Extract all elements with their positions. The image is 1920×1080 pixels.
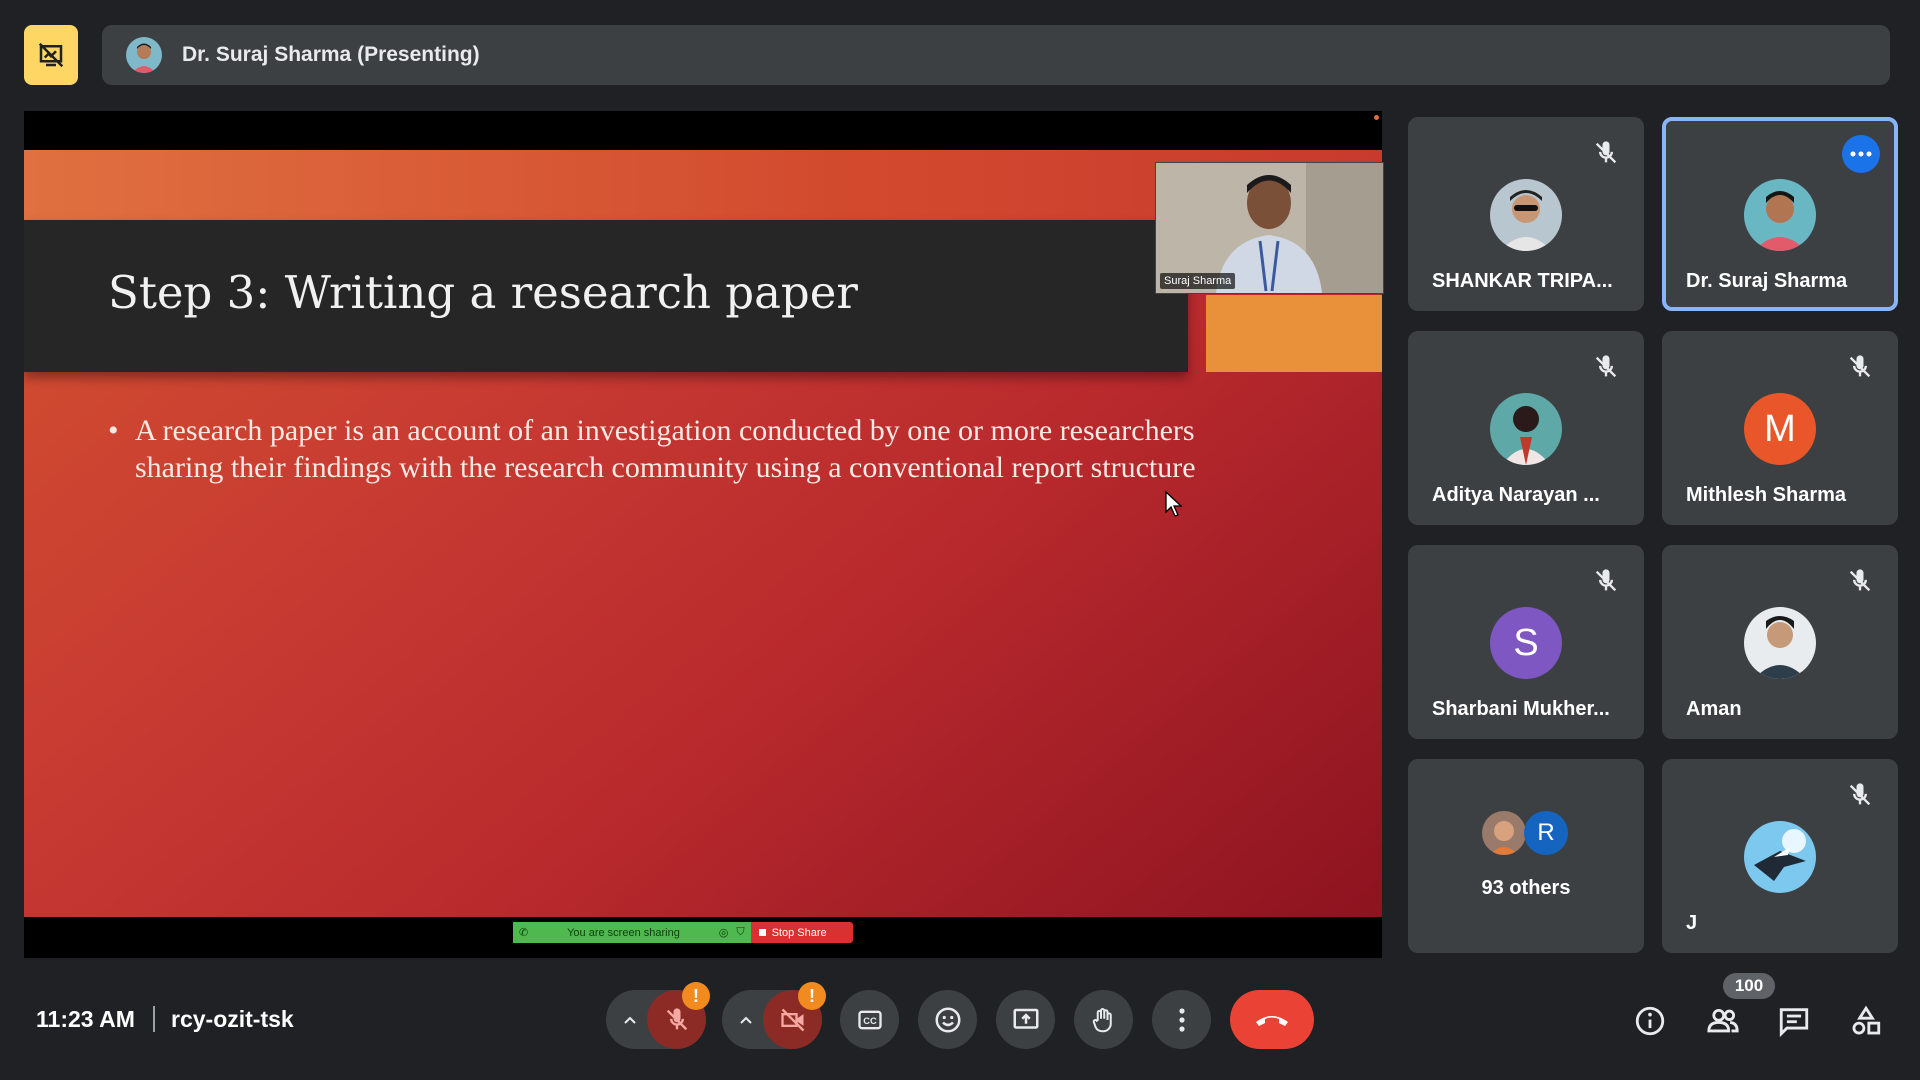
leave-call-button[interactable] — [1230, 990, 1314, 1049]
raise-hand-button[interactable] — [1074, 990, 1133, 1049]
end-call-icon — [1256, 1015, 1288, 1026]
presentation-toggle-button[interactable] — [24, 25, 78, 85]
meeting-code: rcy-ozit-tsk — [171, 1006, 294, 1032]
mic-off-icon — [666, 1007, 687, 1030]
mic-off-icon — [1849, 355, 1871, 378]
chevron-up-icon — [740, 1016, 752, 1024]
presenter-name: Dr. Suraj Sharma (Presenting) — [182, 43, 480, 66]
clock: 11:23 AM — [36, 1006, 135, 1032]
divider — [153, 1006, 155, 1032]
mic-off-icon — [1849, 783, 1871, 806]
participant-tile-active[interactable]: Dr. Suraj Sharma — [1662, 117, 1898, 311]
avatar-initial: M — [1744, 393, 1816, 465]
chat-icon[interactable] — [1777, 1004, 1811, 1038]
participant-count-badge: 100 — [1723, 973, 1775, 999]
video-controls-group: ! — [722, 982, 826, 1049]
people-icon[interactable] — [1706, 1004, 1740, 1038]
participant-tile[interactable]: M Mithlesh Sharma — [1662, 331, 1898, 525]
participant-tile[interactable]: J — [1662, 759, 1898, 953]
self-view-video: Suraj Sharma — [1155, 162, 1384, 294]
audio-options-button[interactable] — [612, 990, 648, 1049]
bullet-dot: • — [108, 414, 119, 447]
phone-icon: ✆ — [519, 927, 529, 939]
slide-bullet: • A research paper is an account of an i… — [108, 412, 1215, 486]
emoji-icon — [935, 1007, 960, 1032]
activities-icon[interactable] — [1849, 1004, 1883, 1038]
camera-warning-badge: ! — [798, 982, 826, 1010]
avatar-initial: R — [1524, 811, 1568, 855]
presenter-bar[interactable]: Dr. Suraj Sharma (Presenting) — [102, 25, 1890, 85]
mic-warning-badge: ! — [682, 982, 710, 1010]
participant-tile[interactable]: SHANKAR TRIPA... — [1408, 117, 1644, 311]
more-options-button[interactable] — [1842, 135, 1880, 173]
captions-button[interactable]: CC — [840, 990, 899, 1049]
slide-orange-accent — [1206, 295, 1382, 372]
present-now-button[interactable] — [996, 990, 1055, 1049]
mic-off-icon — [1849, 569, 1871, 592]
sharing-status-text: You are screen sharing — [567, 926, 680, 939]
participant-name: Dr. Suraj Sharma — [1686, 270, 1848, 292]
avatar — [1744, 607, 1816, 679]
avatar — [1490, 179, 1562, 251]
others-tile[interactable]: R 93 others — [1408, 759, 1644, 953]
mic-off-icon — [1595, 141, 1617, 164]
video-options-button[interactable] — [728, 990, 764, 1049]
stop-icon — [758, 929, 766, 936]
mouse-cursor-icon — [1165, 490, 1183, 517]
participant-tile[interactable]: Aditya Narayan ... — [1408, 331, 1644, 525]
participant-name: Aditya Narayan ... — [1432, 484, 1600, 506]
others-count-label: 93 others — [1481, 877, 1571, 899]
hand-icon — [1092, 1007, 1112, 1032]
present-screen-icon — [1013, 1008, 1038, 1029]
sharing-status: ✆ You are screen sharing ◎ ⛉ — [513, 922, 751, 943]
reactions-button[interactable] — [918, 990, 977, 1049]
avatar — [1482, 811, 1526, 855]
self-view-name: Suraj Sharma — [1160, 273, 1236, 289]
presentation-off-icon — [38, 42, 64, 68]
mic-off-icon — [1595, 355, 1617, 378]
pause-icon[interactable]: ◎ — [719, 926, 729, 939]
participant-tile[interactable]: Aman — [1662, 545, 1898, 739]
camera-off-icon — [780, 1008, 804, 1031]
avatar — [1744, 179, 1816, 251]
more-vert-icon — [1178, 1007, 1185, 1032]
slide-title: Step 3: Writing a research paper — [108, 266, 858, 319]
participant-name: J — [1686, 912, 1698, 934]
participant-name: Mithlesh Sharma — [1686, 484, 1847, 506]
recording-dot — [1374, 115, 1379, 120]
presenter-avatar — [126, 37, 162, 73]
avatar-initial: S — [1490, 607, 1562, 679]
screen-sharing-bar: ✆ You are screen sharing ◎ ⛉ Stop Share — [513, 922, 853, 943]
svg-text:CC: CC — [863, 1016, 877, 1026]
mic-off-icon — [1595, 569, 1617, 592]
meeting-details-icon[interactable] — [1633, 1004, 1667, 1038]
avatar — [1490, 393, 1562, 465]
participant-name: SHANKAR TRIPA... — [1432, 270, 1613, 292]
chevron-up-icon — [624, 1016, 636, 1024]
slide-bullet-text: A research paper is an account of an inv… — [135, 414, 1196, 484]
audio-controls-group: ! — [606, 982, 710, 1049]
avatar — [1744, 821, 1816, 893]
stop-share-button[interactable]: Stop Share — [750, 922, 853, 943]
participant-name: Aman — [1686, 698, 1742, 720]
more-options-button[interactable] — [1152, 990, 1211, 1049]
stop-share-label: Stop Share — [771, 926, 827, 939]
more-horiz-icon — [1850, 151, 1872, 157]
shield-icon: ⛉ — [736, 926, 745, 938]
participant-tile[interactable]: S Sharbani Mukher... — [1408, 545, 1644, 739]
closed-captions-icon: CC — [857, 1010, 882, 1029]
participant-name: Sharbani Mukher... — [1432, 698, 1610, 720]
